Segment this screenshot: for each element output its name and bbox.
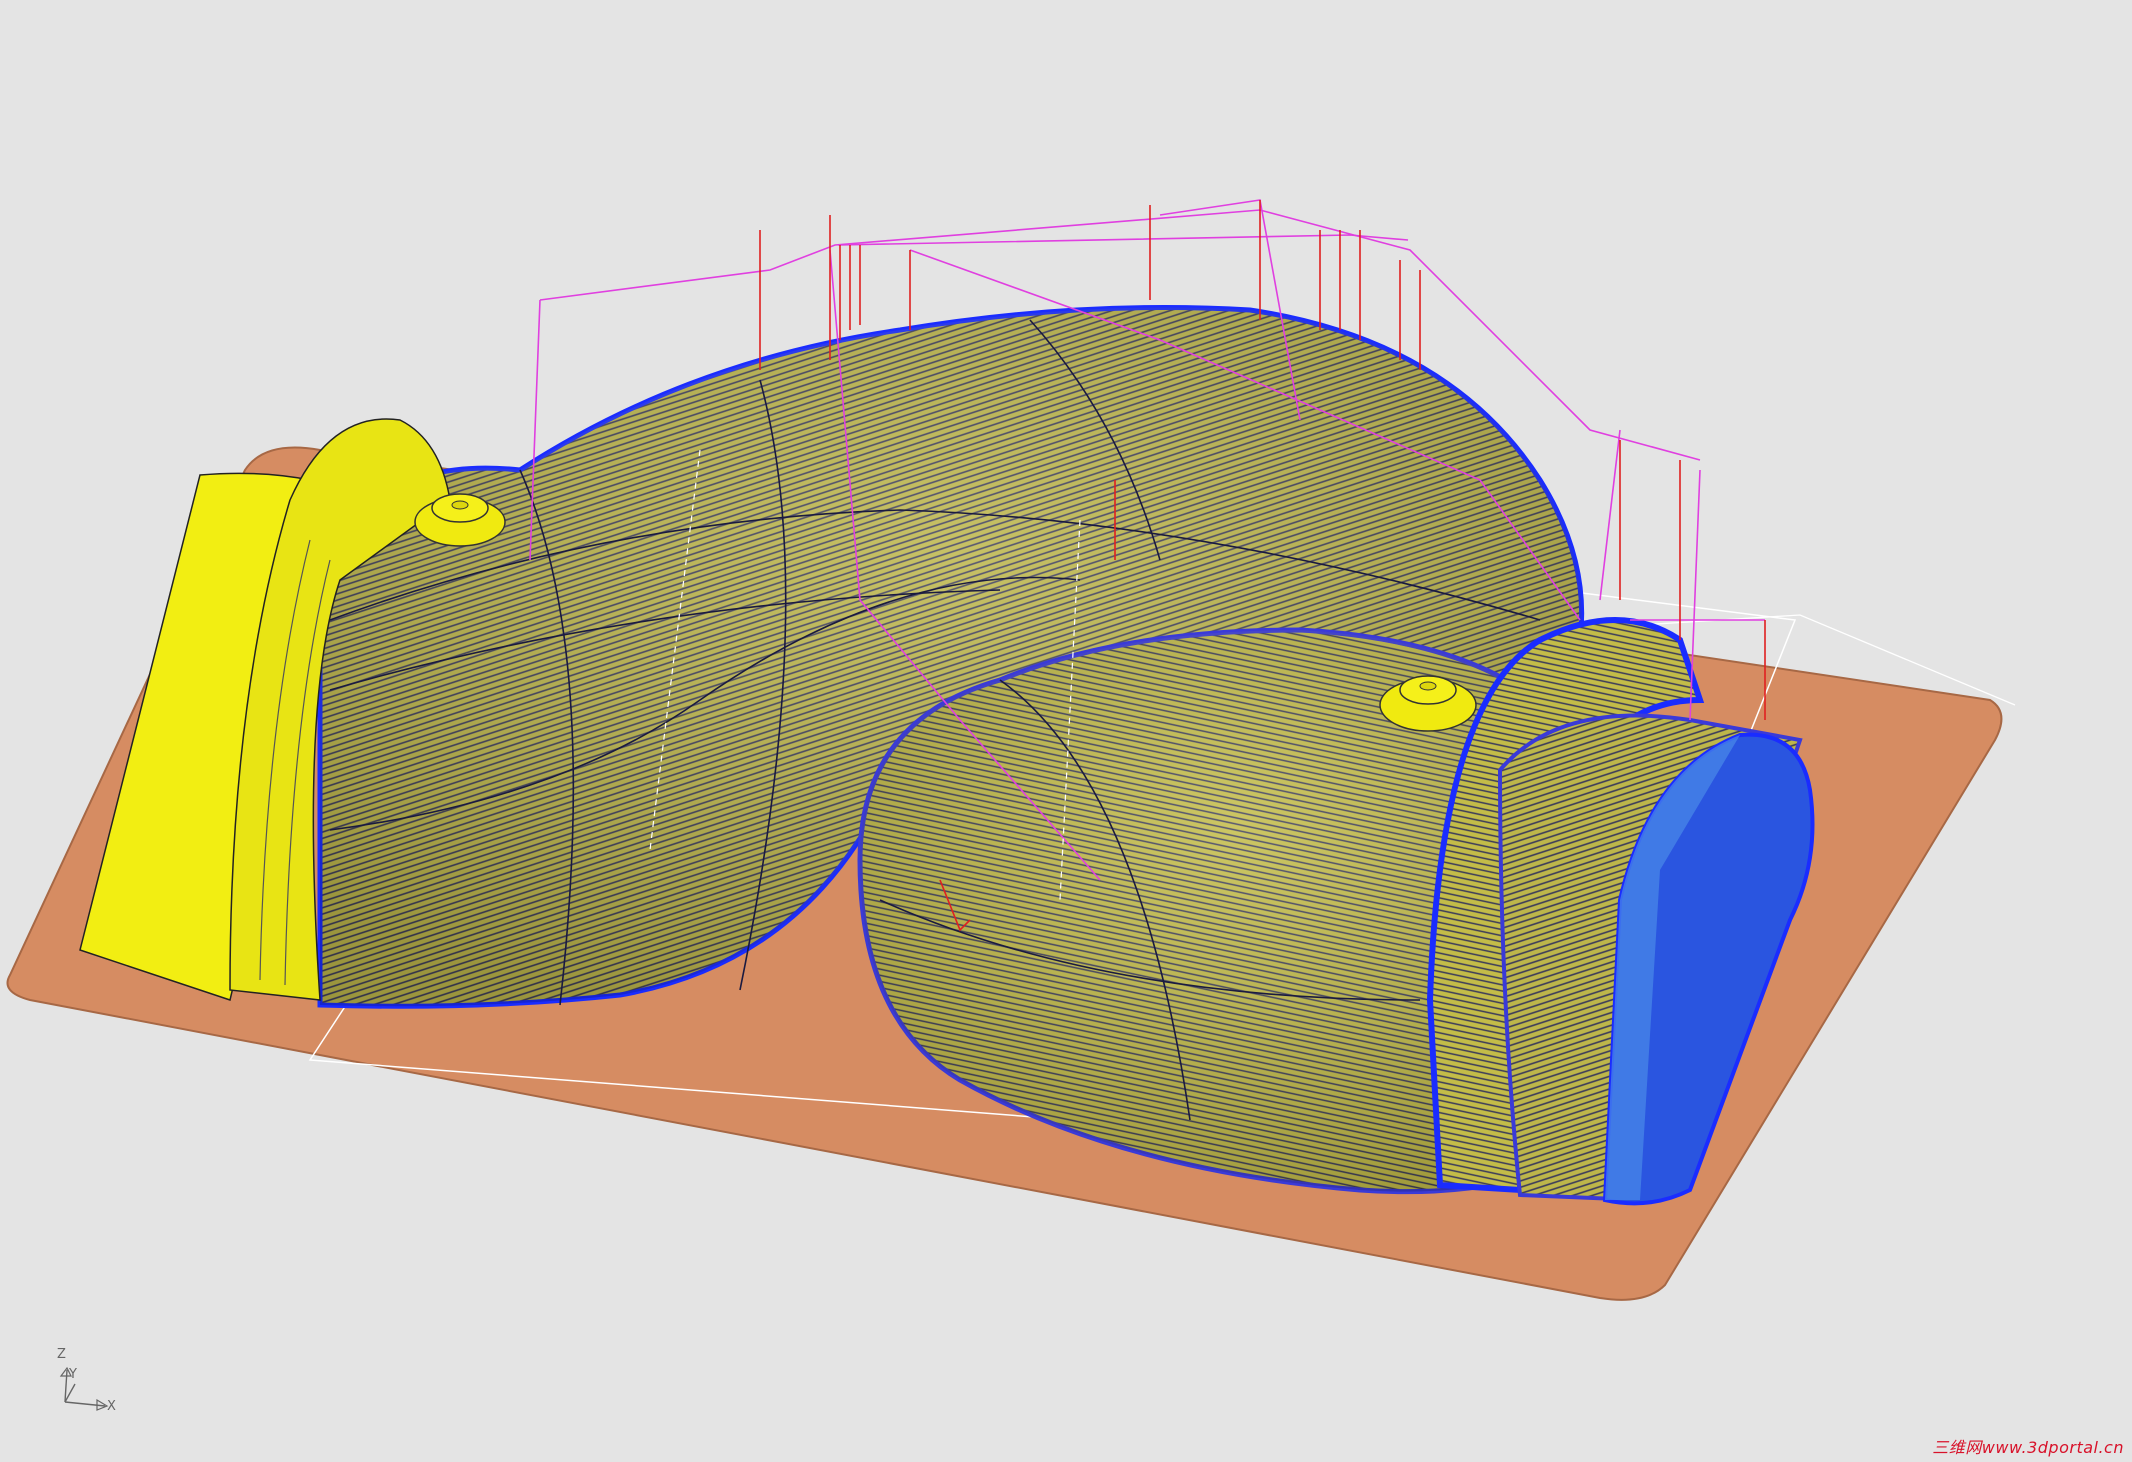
- watermark-text: 三维网www.3dportal.cn: [1932, 1438, 2124, 1457]
- triad-x-label: X: [107, 1399, 116, 1414]
- triad-y-label: Y: [68, 1367, 77, 1382]
- triad-z-label: Z: [57, 1347, 66, 1362]
- coordinate-triad-icon: Z Y X: [57, 1347, 116, 1414]
- cam-3d-viewport[interactable]: Z Y X: [0, 0, 2132, 1462]
